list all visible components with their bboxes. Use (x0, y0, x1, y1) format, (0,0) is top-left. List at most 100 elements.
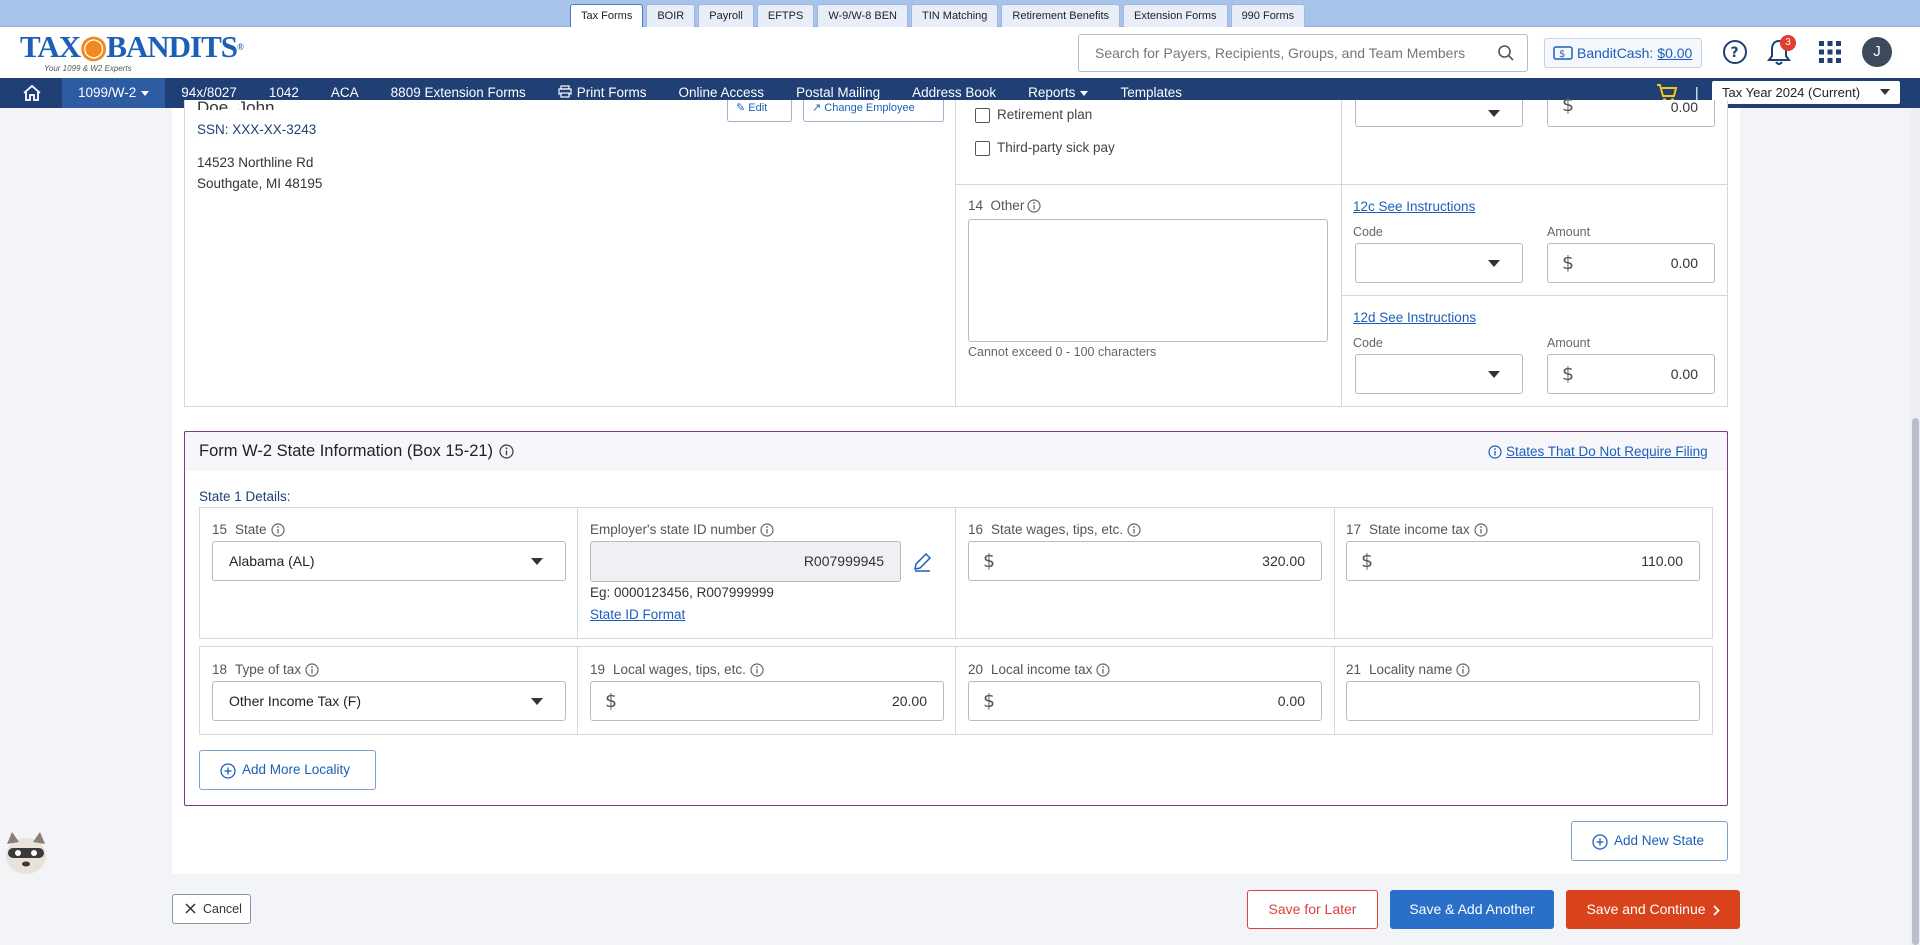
box17-text: State income tax (1369, 522, 1470, 537)
tab-extension-forms[interactable]: Extension Forms (1123, 4, 1228, 27)
retirement-plan-label: Retirement plan (997, 107, 1093, 122)
cancel-button[interactable]: Cancel (172, 894, 251, 924)
info-icon[interactable] (1127, 523, 1141, 538)
info-icon[interactable] (270, 523, 285, 538)
state-id-format-link[interactable]: State ID Format (590, 607, 685, 622)
state-select[interactable]: Alabama (AL) (212, 541, 566, 581)
box16-number: 16 (968, 522, 984, 537)
box21-text: Locality name (1369, 662, 1453, 677)
chevron-down-icon (1488, 260, 1500, 267)
search-input[interactable] (1079, 35, 1479, 71)
local-wages-input[interactable]: $20.00 (590, 681, 944, 721)
logo-text-left: TAX (20, 29, 81, 64)
box12c-instructions-link[interactable]: 12c See Instructions (1353, 199, 1475, 214)
tab-tin-matching[interactable]: TIN Matching (911, 4, 999, 27)
type-of-tax-select[interactable]: Other Income Tax (F) (212, 681, 566, 721)
add-new-state-button[interactable]: Add New State (1571, 821, 1728, 861)
box12b-amount-input[interactable]: $0.00 (1547, 94, 1715, 127)
row-divider (1341, 295, 1728, 296)
taxbandits-logo[interactable]: TAX◉BANDITS® Your 1099 & W2 Experts (20, 29, 244, 75)
box12d-amount-input[interactable]: $0.00 (1547, 354, 1715, 394)
change-employee-button[interactable]: ↗ Change Employee (803, 100, 944, 122)
local-income-tax-input[interactable]: $0.00 (968, 681, 1322, 721)
logo-reg-mark: ® (237, 42, 244, 52)
tax-year-select[interactable]: Tax Year 2024 (Current) (1712, 81, 1900, 104)
box20-text: Local income tax (991, 662, 1093, 677)
tab-w9-w8ben[interactable]: W-9/W-8 BEN (817, 4, 908, 27)
state-income-tax-input[interactable]: $110.00 (1346, 541, 1700, 581)
column-divider (1341, 100, 1342, 407)
state-wages-value: 320.00 (1262, 553, 1305, 569)
box12b-code-select[interactable] (1355, 100, 1523, 127)
add-locality-label: Add More Locality (242, 762, 351, 777)
chevron-down-icon (531, 698, 543, 705)
tab-990-forms[interactable]: 990 Forms (1230, 4, 1306, 27)
employee-address-line2: Southgate, MI 48195 (197, 176, 323, 191)
info-icon[interactable] (1456, 663, 1470, 678)
tab-boir[interactable]: BOIR (646, 4, 696, 27)
nav-item-1099-w2[interactable]: 1099/W-2 (62, 78, 166, 108)
logo-mask-icon: ◉ (80, 29, 107, 64)
save-for-later-button[interactable]: Save for Later (1247, 890, 1378, 929)
user-avatar[interactable]: J (1862, 37, 1892, 67)
info-icon[interactable] (760, 523, 774, 538)
nav-separator: | (1695, 84, 1699, 100)
info-icon[interactable] (750, 663, 764, 678)
global-search[interactable] (1078, 34, 1528, 72)
app-header: TAX◉BANDITS® Your 1099 & W2 Experts $ Ba… (0, 27, 1920, 78)
locality-name-input[interactable] (1346, 681, 1700, 721)
tab-payroll[interactable]: Payroll (698, 4, 754, 27)
change-icon: ↗ (812, 102, 825, 114)
info-icon[interactable] (1473, 523, 1488, 538)
box12d-instructions-link[interactable]: 12d See Instructions (1353, 310, 1476, 325)
dollar-icon: $ (1361, 550, 1374, 572)
pencil-edit-icon[interactable] (912, 552, 932, 572)
local-wages-value: 20.00 (891, 693, 927, 709)
info-icon[interactable] (499, 444, 514, 459)
tab-eftps[interactable]: EFTPS (756, 4, 815, 27)
row-divider (1341, 184, 1728, 185)
employer-state-id-example: Eg: 0000123456, R007999999 (590, 585, 774, 600)
add-more-locality-button[interactable]: Add More Locality (199, 750, 376, 790)
chevron-right-icon (1712, 905, 1720, 916)
box12d-code-select[interactable] (1355, 354, 1523, 394)
box14-other-textarea[interactable] (968, 219, 1328, 342)
raccoon-mascot-chat-icon[interactable] (0, 826, 52, 878)
search-icon[interactable] (1497, 44, 1515, 62)
home-button[interactable] (0, 78, 62, 108)
employer-state-id-input[interactable]: R007999945 (590, 541, 901, 582)
info-icon[interactable] (1027, 199, 1041, 214)
nav-label: Print Forms (576, 85, 647, 100)
close-icon (185, 903, 196, 914)
box12c-amount-input[interactable]: $0.00 (1547, 243, 1715, 283)
svg-text:?: ? (1731, 45, 1739, 61)
states-not-require-filing-link[interactable]: States That Do Not Require Filing (1488, 444, 1708, 460)
chevron-down-icon (1880, 89, 1890, 95)
amount-value: 0.00 (1670, 255, 1698, 271)
third-party-sick-pay-checkbox[interactable] (975, 141, 990, 156)
bandit-cash-button[interactable]: $ BanditCash: $0.00 (1544, 38, 1702, 68)
tab-tax-forms[interactable]: Tax Forms (570, 4, 644, 28)
edit-employee-button[interactable]: ✎ Edit (727, 100, 792, 122)
add-state-label: Add New State (1614, 833, 1705, 848)
plus-circle-icon (220, 763, 236, 779)
change-label: Change Employee (824, 102, 915, 114)
save-and-continue-button[interactable]: Save and Continue (1566, 890, 1740, 929)
box12c-code-select[interactable] (1355, 243, 1523, 283)
help-icon[interactable]: ? (1722, 39, 1748, 65)
tab-retirement-benefits[interactable]: Retirement Benefits (1001, 4, 1121, 27)
states-link-text: States That Do Not Require Filing (1506, 444, 1708, 459)
column-divider (955, 100, 956, 407)
scrollbar-thumb[interactable] (1912, 418, 1919, 945)
save-and-add-another-button[interactable]: Save & Add Another (1390, 890, 1554, 929)
employer-state-id-text: Employer's state ID number (590, 522, 757, 537)
info-icon[interactable] (305, 663, 319, 678)
info-icon[interactable] (1096, 663, 1110, 678)
product-tabs: Tax Forms BOIR Payroll EFTPS W-9/W-8 BEN… (570, 4, 1306, 28)
type-of-tax-value: Other Income Tax (F) (229, 693, 362, 709)
state-info-title-text: Form W-2 State Information (Box 15-21) (199, 442, 494, 460)
retirement-plan-checkbox[interactable] (975, 108, 990, 123)
apps-grid-icon[interactable] (1818, 40, 1842, 64)
state-info-title: Form W-2 State Information (Box 15-21) (199, 442, 514, 461)
state-wages-input[interactable]: $320.00 (968, 541, 1322, 581)
